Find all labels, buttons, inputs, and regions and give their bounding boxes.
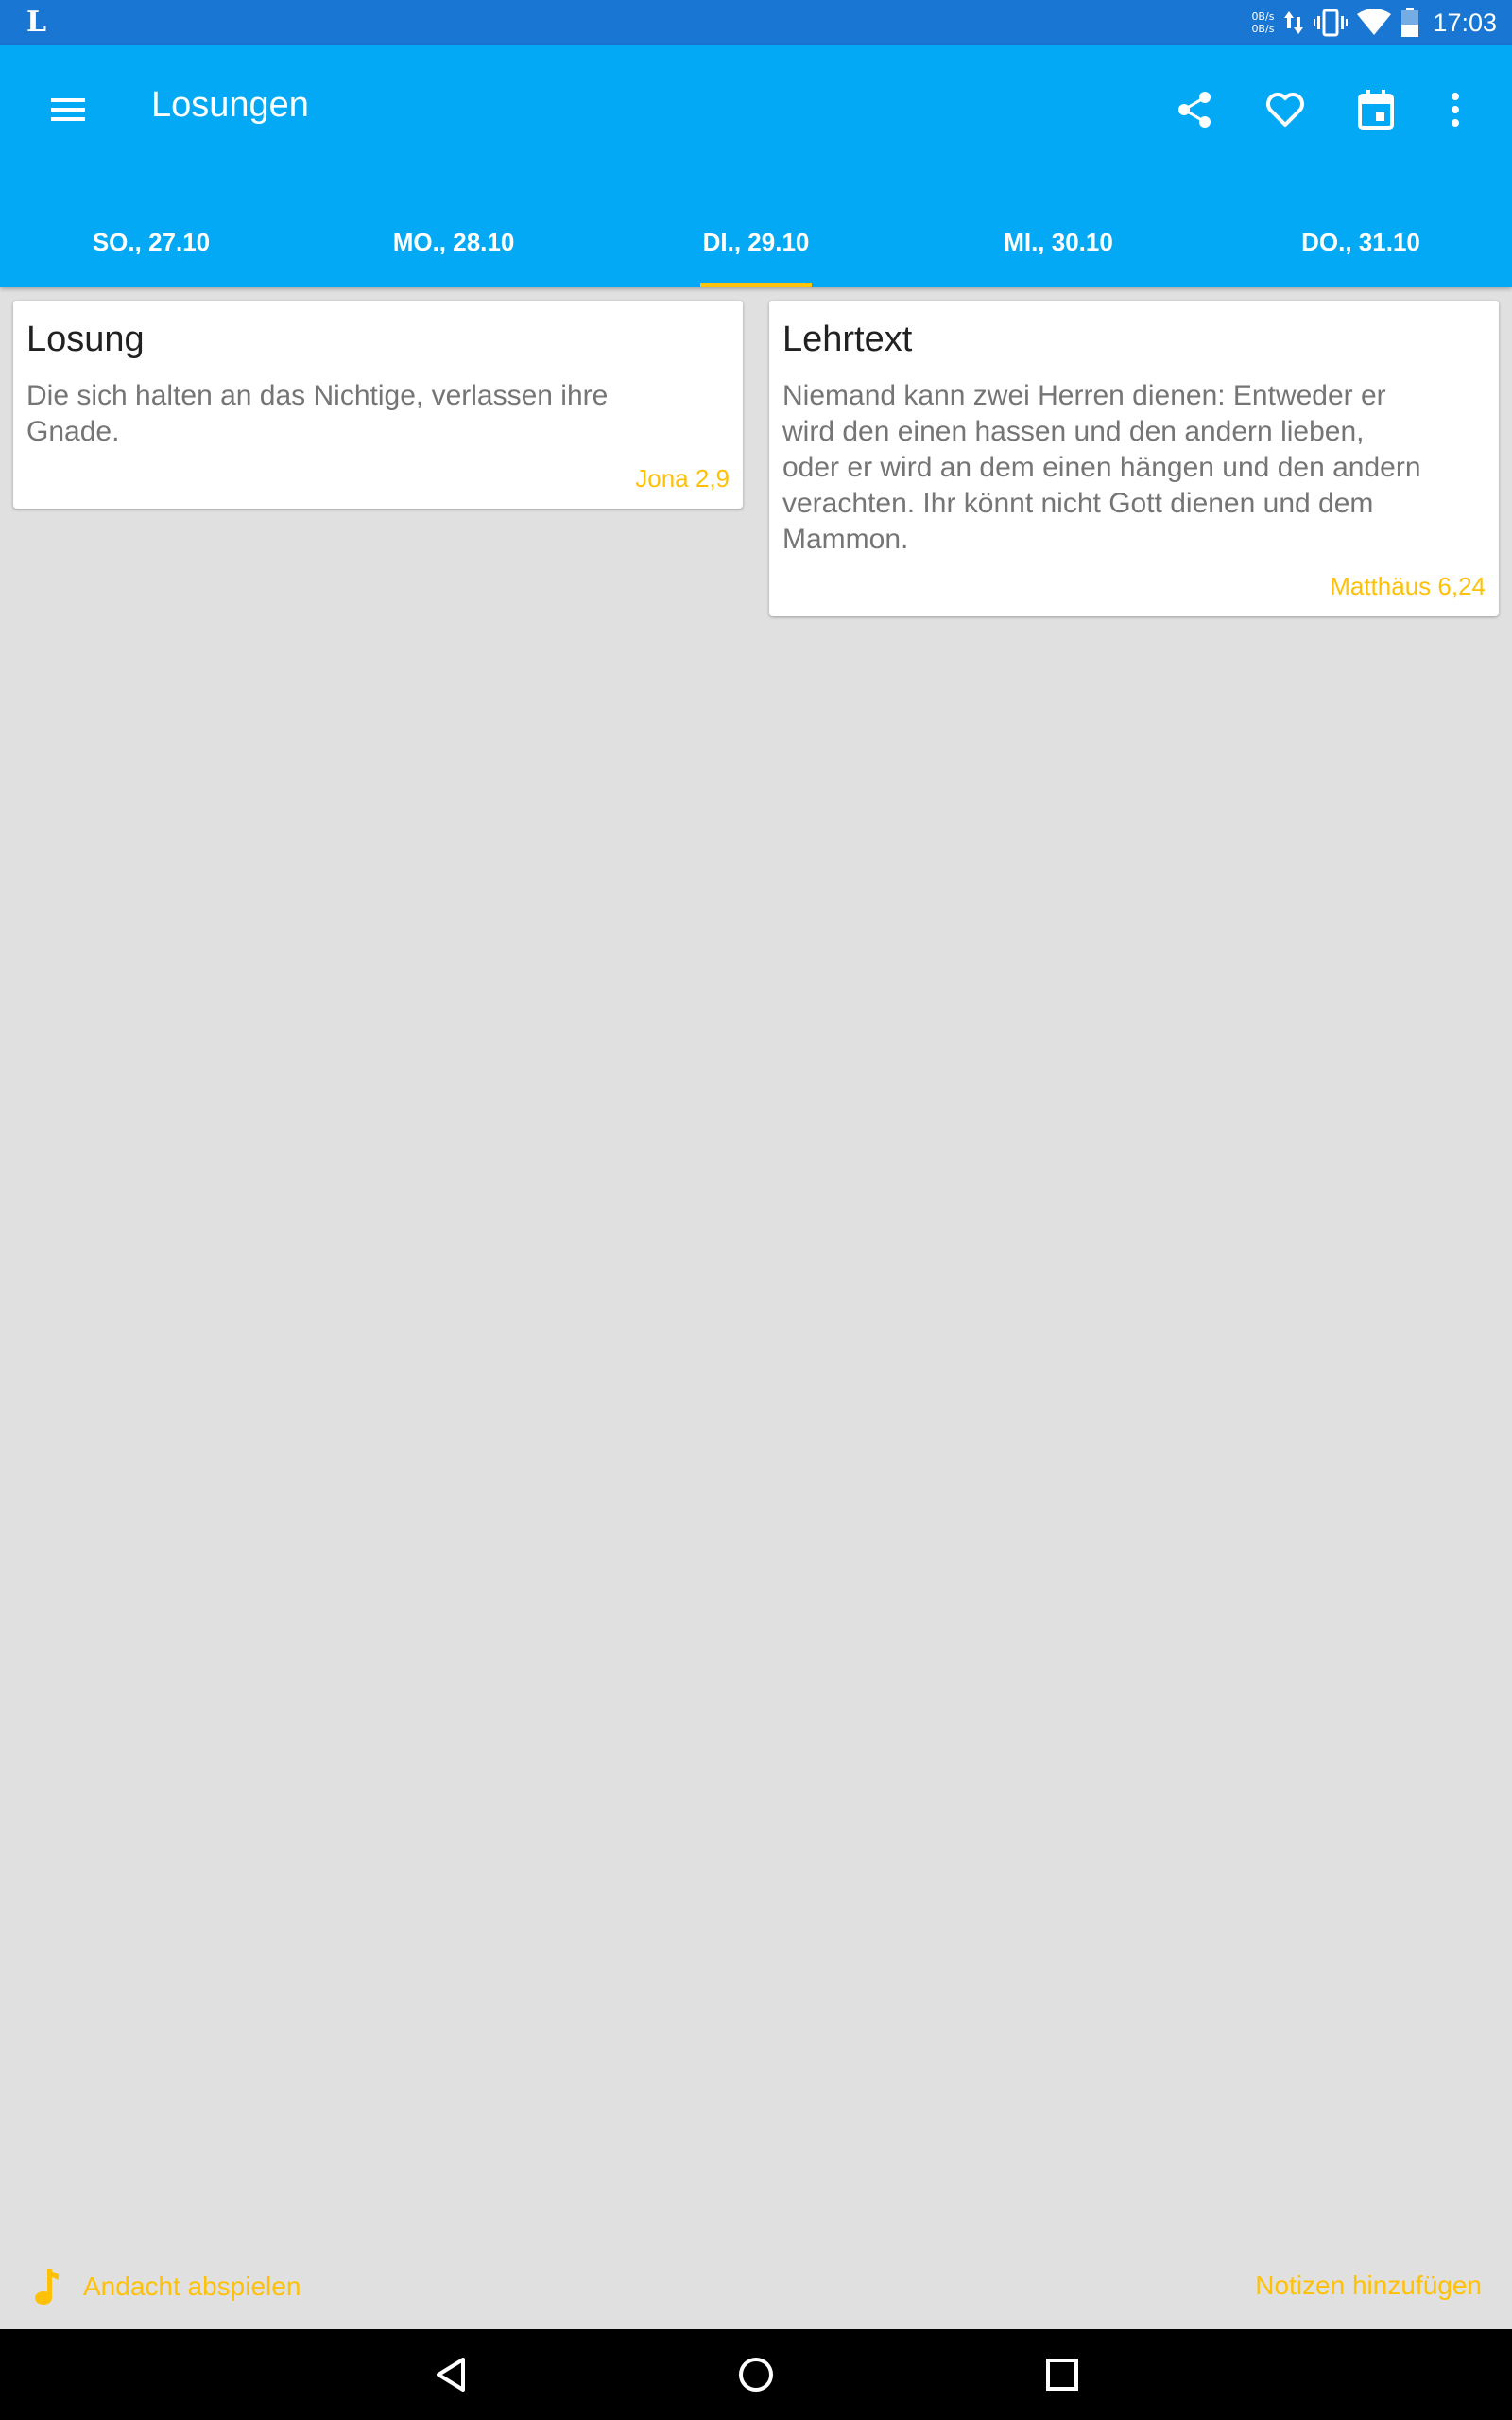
- losung-reference[interactable]: Jona 2,9: [635, 464, 730, 493]
- date-tabs: SO., 27.10 MO., 28.10 DI., 29.10 MI., 30…: [0, 197, 1512, 287]
- app-bar: Losungen SO., 27.10 MO., 28.10 DI., 29.1…: [0, 45, 1512, 287]
- tab-mo-28-10[interactable]: MO., 28.10: [302, 197, 605, 287]
- app-title: Losungen: [151, 85, 309, 125]
- home-icon: [739, 2358, 773, 2392]
- losung-card: Losung Die sich halten an das Nichtige, …: [13, 301, 743, 509]
- data-arrows-icon: [1283, 9, 1304, 36]
- network-speed: 0B/s 0B/s: [1251, 10, 1275, 35]
- lehrtext-reference[interactable]: Matthäus 6,24: [1330, 572, 1486, 601]
- recents-button[interactable]: [1034, 2346, 1091, 2403]
- share-icon: [1178, 92, 1211, 128]
- share-button[interactable]: [1166, 81, 1223, 138]
- hamburger-icon: [51, 98, 85, 121]
- more-options-button[interactable]: [1427, 81, 1484, 138]
- status-bar: L 0B/s 0B/s 17:03: [0, 0, 1512, 45]
- tab-di-29-10[interactable]: DI., 29.10: [605, 197, 907, 287]
- menu-button[interactable]: [42, 83, 94, 136]
- add-notes-button[interactable]: Notizen hinzufügen: [1255, 2271, 1482, 2301]
- clock: 17:03: [1433, 8, 1497, 37]
- play-devotion-button[interactable]: Andacht abspielen: [34, 2267, 301, 2307]
- lehrtext-text: Niemand kann zwei Herren dienen: Entwede…: [782, 380, 1421, 555]
- vibrate-icon: [1314, 9, 1349, 37]
- tab-do-31-10[interactable]: DO., 31.10: [1210, 197, 1512, 287]
- more-vert-icon: [1452, 93, 1459, 127]
- app-notification-icon: L: [26, 6, 47, 39]
- wifi-icon: [1357, 9, 1392, 37]
- recents-icon: [1046, 2359, 1078, 2391]
- system-nav-bar: [0, 2329, 1512, 2420]
- lehrtext-card: Lehrtext Niemand kann zwei Herren dienen…: [769, 301, 1499, 616]
- tab-mi-30-10[interactable]: MI., 30.10: [907, 197, 1210, 287]
- back-button[interactable]: [423, 2346, 480, 2403]
- home-button[interactable]: [728, 2346, 784, 2403]
- back-icon: [437, 2358, 465, 2392]
- bottom-actions: Andacht abspielen Notizen hinzufügen: [0, 2250, 1512, 2325]
- lehrtext-title: Lehrtext: [782, 320, 913, 359]
- losung-title: Losung: [26, 320, 145, 359]
- favorite-button[interactable]: [1257, 81, 1314, 138]
- calendar-button[interactable]: [1348, 81, 1404, 138]
- battery-icon: [1400, 8, 1419, 38]
- status-indicators: 0B/s 0B/s 17:03: [1251, 0, 1497, 45]
- heart-icon: [1266, 93, 1304, 127]
- music-note-icon: [35, 2269, 59, 2305]
- tab-so-27-10[interactable]: SO., 27.10: [0, 197, 302, 287]
- calendar-icon: [1358, 90, 1394, 130]
- losung-text: Die sich halten an das Nichtige, verlass…: [26, 380, 609, 447]
- play-devotion-label: Andacht abspielen: [83, 2272, 301, 2301]
